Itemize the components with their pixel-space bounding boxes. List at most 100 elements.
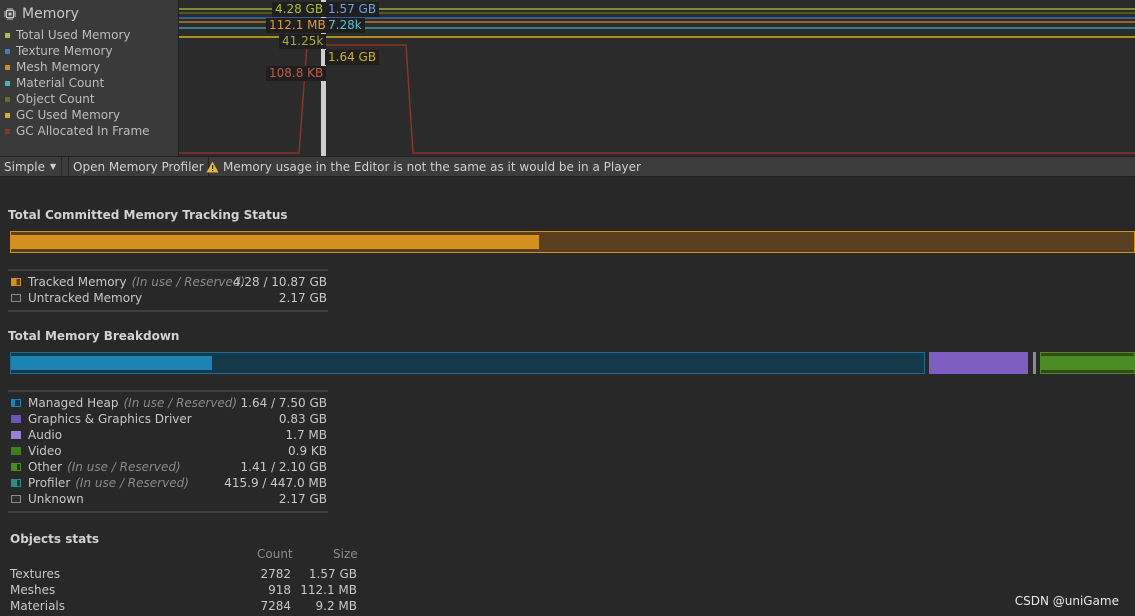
row-label: Untracked Memory [28,291,143,305]
divider [8,390,328,392]
divider [8,310,328,312]
swatch [11,447,21,455]
legend-gc-used-memory[interactable]: GC Used Memory [5,107,120,123]
swatch [11,278,21,286]
row-value: 2.17 GB [278,291,327,305]
chip-icon [4,8,16,20]
legend-swatch [5,128,10,134]
row-label: Unknown [28,492,84,506]
tooltip-total-used: 4.28 GB [272,2,327,17]
legend-label: Mesh Memory [16,60,101,74]
tracking-status-title: Total Committed Memory Tracking Status [8,208,288,222]
legend-label: Total Used Memory [16,28,131,42]
table-row: Materials 7284 9.2 MB [10,599,357,615]
table-row: Textures 2782 1.57 GB [10,567,357,583]
module-title[interactable]: Memory [4,6,79,22]
row-value: 2.17 GB [278,492,327,506]
row-label: Graphics & Graphics Driver [28,412,192,426]
legend-swatch [5,64,10,70]
row-note: (In use / Reserved) [131,275,246,289]
warning-icon [206,161,219,172]
legend-row-audio[interactable]: Audio 1.7 MB [8,427,328,443]
view-mode-label: Simple [4,159,45,174]
swatch [11,294,21,302]
legend-object-count[interactable]: Object Count [5,91,95,107]
row-value: 4.28 / 10.87 GB [232,275,327,289]
editor-warning: Memory usage in the Editor is not the sa… [206,157,641,176]
legend-swatch [5,112,10,118]
swatch [11,495,21,503]
module-title-label: Memory [22,6,79,22]
tracked-memory-bar-fill [11,235,539,249]
warning-text: Memory usage in the Editor is not the sa… [223,159,641,174]
legend-row-graphics[interactable]: Graphics & Graphics Driver 0.83 GB [8,411,328,427]
legend-row-other[interactable]: Other (In use / Reserved) 1.41 / 2.10 GB [8,459,328,475]
legend-row-profiler[interactable]: Profiler (In use / Reserved) 415.9 / 447… [8,475,328,491]
watermark: CSDN @uniGame [1014,594,1119,608]
tooltip-gc-used: 1.64 GB [325,50,380,65]
row-name: Textures [10,567,61,581]
other-bar-fill [1041,356,1134,370]
view-mode-dropdown[interactable]: Simple ▼ [0,157,62,176]
legend-total-used-memory[interactable]: Total Used Memory [5,27,131,43]
graphics-bar[interactable] [929,352,1028,374]
memory-timeline-chart[interactable]: 4.28 GB 1.57 GB 112.1 MB 7.28k 41.25k 1.… [179,0,1135,156]
legend-row-managed-heap[interactable]: Managed Heap (In use / Reserved) 1.64 / … [8,395,328,411]
swatch [11,431,21,439]
memory-module: Memory Total Used Memory Texture Memory … [0,0,1135,156]
column-header-size[interactable]: Size [333,547,358,561]
legend-label: Material Count [16,76,105,90]
row-label: Audio [28,428,63,442]
row-note: (In use / Reserved) [75,476,189,490]
legend-gc-allocated-in-frame[interactable]: GC Allocated In Frame [5,123,150,139]
row-count: 918 [268,583,291,597]
details-toolbar: Simple ▼ Open Memory Profiler Memory usa… [0,156,1135,177]
column-header-count[interactable]: Count [257,547,293,561]
legend-mesh-memory[interactable]: Mesh Memory [5,59,100,75]
legend-swatch [5,48,10,54]
managed-heap-bar[interactable] [10,352,925,374]
row-label: Profiler [28,476,71,490]
legend-swatch [5,32,10,38]
row-note: (In use / Reserved) [67,460,181,474]
other-bar[interactable] [1040,352,1135,374]
tooltip-material-count: 7.28k [325,18,365,33]
tracked-memory-bar[interactable] [10,231,1135,253]
divider [8,511,328,513]
legend-row-video[interactable]: Video 0.9 KB [8,443,328,459]
legend-swatch [5,80,10,86]
divider [8,269,328,271]
swatch [11,463,21,471]
tooltip-mesh: 112.1 MB [266,18,329,33]
row-label: Video [28,444,62,458]
row-size: 1.57 GB [308,567,357,581]
row-size: 112.1 MB [300,583,357,597]
tracking-legend: Tracked Memory (In use / Reserved) 4.28 … [8,274,328,306]
legend-swatch [5,96,10,102]
legend-row-unknown[interactable]: Unknown 2.17 GB [8,491,328,507]
legend-row-tracked-memory[interactable]: Tracked Memory (In use / Reserved) 4.28 … [8,274,328,290]
swatch [11,479,21,487]
legend-material-count[interactable]: Material Count [5,75,104,91]
row-name: Meshes [10,583,56,597]
legend-row-untracked-memory[interactable]: Untracked Memory 2.17 GB [8,290,328,306]
legend-texture-memory[interactable]: Texture Memory [5,43,113,59]
audio-bar[interactable] [1033,352,1036,374]
tooltip-texture: 1.57 GB [325,2,380,17]
breakdown-legend: Managed Heap (In use / Reserved) 1.64 / … [8,395,328,507]
row-name: Materials [10,599,66,613]
module-legend-panel: Memory Total Used Memory Texture Memory … [0,0,179,156]
legend-label: GC Used Memory [16,108,121,122]
row-size: 9.2 MB [315,599,357,613]
row-label: Other [28,460,63,474]
managed-heap-bar-fill [11,356,212,370]
breakdown-title: Total Memory Breakdown [8,329,180,343]
chevron-down-icon: ▼ [49,162,57,171]
open-memory-profiler-button[interactable]: Open Memory Profiler [68,157,209,176]
legend-label: Texture Memory [16,44,113,58]
row-count: 2782 [260,567,291,581]
row-count: 7284 [260,599,291,613]
row-label: Tracked Memory [28,275,127,289]
swatch [11,399,21,407]
swatch [11,415,21,423]
